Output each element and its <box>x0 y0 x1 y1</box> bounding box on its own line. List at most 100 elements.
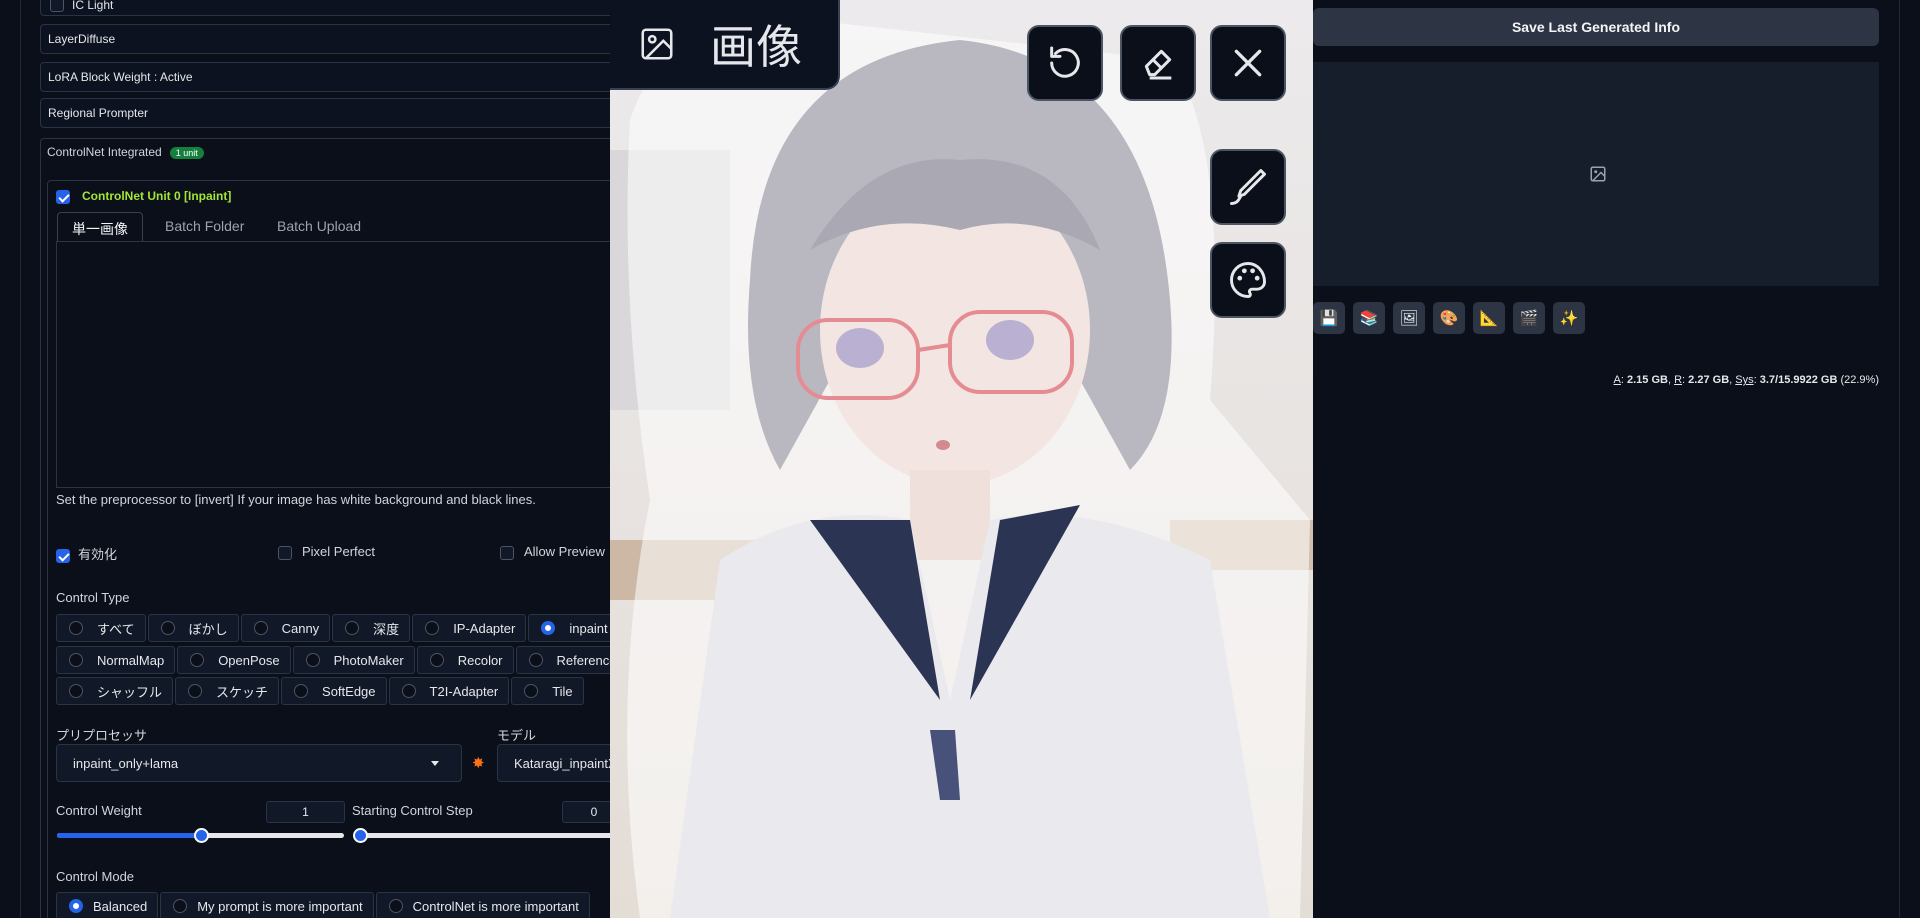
radio-label: My prompt is more important <box>197 898 363 914</box>
radio-dot <box>429 653 444 667</box>
radio-label: PhotoMaker <box>333 652 404 668</box>
radio-dot <box>305 653 320 667</box>
radio-dot <box>173 899 188 913</box>
preprocessor-label: プリプロセッサ <box>56 728 148 743</box>
enable-row[interactable]: 有効化 <box>56 544 117 563</box>
radio-label: Canny <box>281 620 320 636</box>
control-type-depth[interactable]: 深度 <box>332 614 411 642</box>
accordion-layer-diffuse[interactable]: LayerDiffuse <box>40 24 620 54</box>
control-type-photomaker[interactable]: PhotoMaker <box>292 646 415 674</box>
eraser-icon <box>1144 49 1172 80</box>
send-to-extras-icon[interactable]: 📐 <box>1473 302 1505 334</box>
close-button[interactable] <box>1210 25 1286 101</box>
control-mode-balanced[interactable]: Balanced <box>56 892 159 918</box>
control-type-inpaint[interactable]: inpaint <box>528 614 619 642</box>
unit-enabled-checkbox[interactable] <box>56 189 70 204</box>
radio-label: inpaint <box>569 620 608 636</box>
controlnet-accordion-header[interactable]: ControlNet Integrated 1 unit <box>47 145 204 159</box>
radio-label: IP-Adapter <box>453 620 516 636</box>
control-type-t2i-adapter[interactable]: T2I-Adapter <box>388 677 510 705</box>
memory-stats: A: 2.15 GB, R: 2.27 GB, Sys: 3.7/15.9922… <box>1613 374 1879 386</box>
radio-label: NormalMap <box>97 652 165 668</box>
eraser-button[interactable] <box>1120 25 1196 101</box>
radio-label: Reference <box>556 652 617 668</box>
control-weight-slider[interactable] <box>57 828 344 843</box>
image-dropzone[interactable] <box>56 241 626 488</box>
control-mode-controlnet[interactable]: ControlNet is more important <box>375 892 590 918</box>
preprocessor-select[interactable]: inpaint_only+lama <box>56 744 462 782</box>
image-tab[interactable]: 画像 <box>610 0 840 90</box>
canvas-image <box>610 0 1313 918</box>
brush-icon <box>1230 169 1266 205</box>
undo-button[interactable] <box>1027 25 1103 101</box>
zip-icon[interactable]: 📚 <box>1353 302 1385 334</box>
radio-dot <box>69 653 83 667</box>
radio-label: ControlNet is more important <box>412 898 579 914</box>
unit-header[interactable]: ControlNet Unit 0 [Inpaint] <box>56 189 231 204</box>
radio-label: スケッチ <box>216 684 269 700</box>
accordion-lora-block-weight[interactable]: LoRA Block Weight : Active <box>40 62 620 92</box>
model-select[interactable]: Kataragi_inpaintX <box>497 744 627 782</box>
control-mode-label: Control Mode <box>56 869 135 884</box>
starting-step-slider[interactable] <box>353 828 627 843</box>
radio-dot-selected <box>69 899 83 913</box>
slider-fill <box>57 833 201 838</box>
palette-button[interactable] <box>1210 242 1286 318</box>
control-type-normalmap[interactable]: NormalMap <box>56 646 176 674</box>
control-type-openpose[interactable]: OpenPose <box>177 646 291 674</box>
control-type-recolor[interactable]: Recolor <box>416 646 514 674</box>
radio-dot <box>253 621 268 635</box>
allow-preview-label: Allow Preview <box>524 544 605 559</box>
radio-dot <box>294 684 309 698</box>
accordion-regional-prompter[interactable]: Regional Prompter <box>40 98 620 128</box>
mem-r-value: 2.27 GB <box>1688 374 1730 386</box>
slider-thumb[interactable] <box>353 828 368 843</box>
control-type-ip-adapter[interactable]: IP-Adapter <box>412 614 527 642</box>
pixel-perfect-row[interactable]: Pixel Perfect <box>278 544 375 560</box>
enable-checkbox[interactable] <box>56 548 70 563</box>
control-type-sketch[interactable]: スケッチ <box>175 677 280 705</box>
allow-preview-row[interactable]: Allow Preview <box>500 544 605 560</box>
run-preprocessor-icon[interactable]: ✸ <box>472 754 485 772</box>
model-value: Kataragi_inpaintX <box>514 756 617 771</box>
accordion-label: LoRA Block Weight : Active <box>48 70 193 84</box>
control-weight-label: Control Weight <box>56 803 142 818</box>
radio-label: T2I-Adapter <box>429 683 499 699</box>
image-tab-label: 画像 <box>710 20 802 74</box>
ic-light-checkbox[interactable] <box>50 0 64 12</box>
control-type-softedge[interactable]: SoftEdge <box>281 677 387 705</box>
control-type-blur[interactable]: ぼかし <box>147 614 239 642</box>
send-to-inpaint-icon[interactable]: 🎨 <box>1433 302 1465 334</box>
unit-count-badge: 1 unit <box>169 147 204 159</box>
mem-percent: (22.9%) <box>1840 374 1879 386</box>
tab-batch-upload[interactable]: Batch Upload <box>263 212 375 242</box>
radio-dot <box>69 684 83 698</box>
sparkle-icon[interactable]: ✨ <box>1553 302 1585 334</box>
control-mode-prompt[interactable]: My prompt is more important <box>160 892 374 918</box>
allow-preview-checkbox[interactable] <box>500 545 514 560</box>
image-editor-canvas[interactable] <box>610 0 1313 918</box>
control-type-canny[interactable]: Canny <box>240 614 331 642</box>
accordion-label: LayerDiffuse <box>48 32 116 46</box>
tab-single-image[interactable]: 単一画像 <box>57 212 143 242</box>
save-icon[interactable]: 💾 <box>1313 302 1345 334</box>
control-type-tile[interactable]: Tile <box>511 677 584 705</box>
close-icon <box>1234 49 1262 77</box>
send-to-img2img-icon[interactable]: 🖼 <box>1393 302 1425 334</box>
slider-thumb[interactable] <box>193 828 209 843</box>
radio-dot <box>160 621 175 635</box>
controlnet-title: ControlNet Integrated <box>47 145 162 159</box>
unit-title: ControlNet Unit 0 [Inpaint] <box>82 189 232 203</box>
tab-batch-folder[interactable]: Batch Folder <box>151 212 258 242</box>
accordion-ic-light[interactable]: IC Light <box>40 0 620 16</box>
pixel-perfect-checkbox[interactable] <box>278 545 292 560</box>
video-icon[interactable]: 🎬 <box>1513 302 1545 334</box>
mem-sys-label: Sys <box>1735 374 1754 386</box>
radio-dot-selected <box>541 621 556 635</box>
control-type-all[interactable]: すべて <box>56 614 146 642</box>
save-last-generated-info-button[interactable]: Save Last Generated Info <box>1313 8 1879 46</box>
control-weight-input[interactable]: 1 <box>266 801 345 823</box>
control-type-shuffle[interactable]: シャッフル <box>56 677 174 705</box>
app-root: IC Light LayerDiffuse LoRA Block Weight … <box>0 0 1920 918</box>
brush-button[interactable] <box>1210 149 1286 225</box>
